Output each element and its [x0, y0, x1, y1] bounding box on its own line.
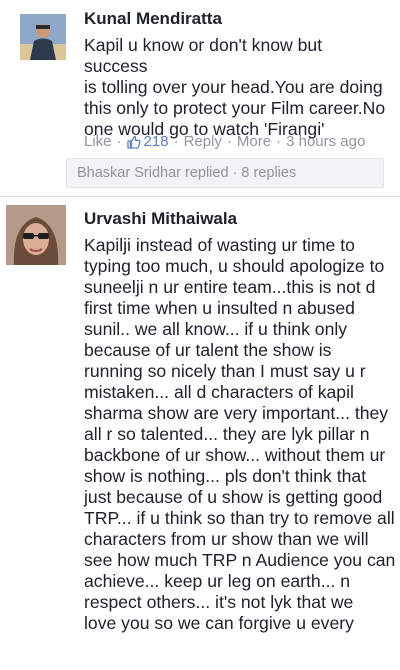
comment-text: Kapilji instead of wasting ur time to ty… [84, 235, 396, 633]
avatar[interactable] [6, 205, 66, 265]
comment-text: Kapil u know or don't know but success i… [84, 35, 386, 139]
comment-kunal: Kunal Mendiratta Kapil u know or don't k… [0, 0, 400, 196]
comment-author[interactable]: Kunal Mendiratta [84, 9, 222, 29]
replies-summary-text: Bhaskar Sridhar replied · 8 replies [77, 165, 297, 181]
user-photo-icon [20, 14, 66, 60]
comment-author[interactable]: Urvashi Mithaiwala [84, 209, 237, 229]
separator: · [116, 133, 122, 150]
thumbs-up-icon [126, 135, 141, 149]
avatar[interactable] [20, 14, 66, 60]
separator: · [173, 133, 179, 150]
comment-urvashi: Urvashi Mithaiwala Kapilji instead of wa… [0, 197, 400, 670]
timestamp: 3 hours ago [286, 133, 366, 150]
reply-link[interactable]: Reply [184, 133, 222, 150]
comment-actions: Like · 218 · Reply · More · 3 hours ago [84, 133, 365, 150]
separator: · [276, 133, 282, 150]
like-count-value: 218 [143, 133, 169, 150]
like-count[interactable]: 218 [126, 133, 169, 150]
more-link[interactable]: More [237, 133, 271, 150]
replies-summary[interactable]: Bhaskar Sridhar replied · 8 replies [66, 158, 384, 188]
user-photo-icon [6, 205, 66, 265]
like-link[interactable]: Like [84, 133, 112, 150]
separator: · [226, 133, 232, 150]
